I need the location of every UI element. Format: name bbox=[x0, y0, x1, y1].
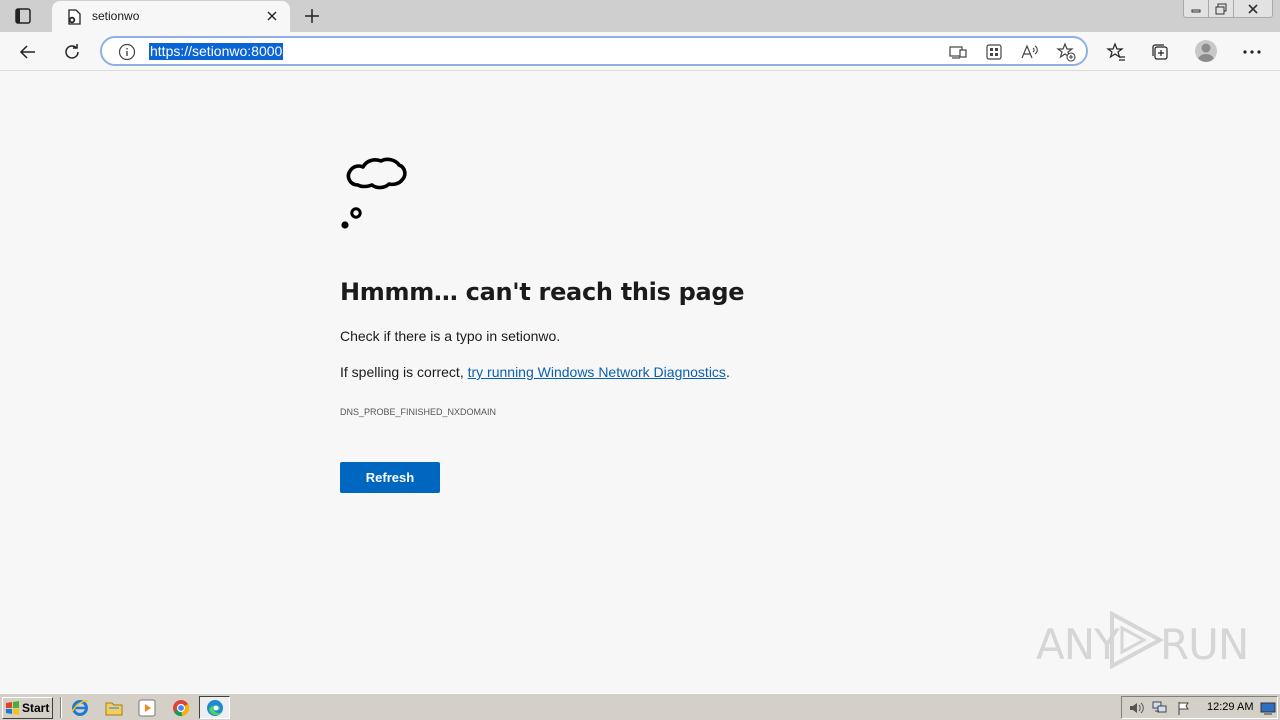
ie-icon[interactable] bbox=[70, 698, 90, 718]
play-logo-icon bbox=[1108, 608, 1168, 672]
profile-avatar[interactable] bbox=[1195, 40, 1217, 62]
restore-icon[interactable] bbox=[1208, 0, 1234, 18]
network-icon[interactable] bbox=[1152, 701, 1168, 715]
active-tab[interactable]: setionwo bbox=[52, 1, 290, 32]
taskbar: Start 12:29 AM bbox=[0, 693, 1280, 720]
media-player-icon[interactable] bbox=[137, 698, 157, 718]
browser-toolbar: https://setionwo:8000 bbox=[0, 32, 1280, 71]
start-label: Start bbox=[22, 701, 50, 715]
watermark-right-text: RUN bbox=[1160, 620, 1249, 669]
flag-icon[interactable] bbox=[1176, 701, 1192, 715]
edge-taskbar-button[interactable] bbox=[199, 696, 230, 719]
refresh-button[interactable]: Refresh bbox=[340, 462, 440, 493]
error-typo-hint: Check if there is a typo in setionwo. bbox=[340, 328, 561, 344]
back-arrow-icon[interactable] bbox=[17, 41, 39, 63]
network-diagnostics-link[interactable]: try running Windows Network Diagnostics bbox=[468, 364, 726, 380]
immersive-reader-icon[interactable] bbox=[948, 42, 968, 62]
info-icon[interactable] bbox=[118, 43, 136, 61]
taskbar-separator bbox=[60, 697, 62, 718]
collections-icon[interactable] bbox=[1149, 41, 1171, 63]
anyrun-watermark: ANY RUN bbox=[1036, 608, 1249, 672]
error-code: DNS_PROBE_FINISHED_NXDOMAIN bbox=[340, 407, 497, 417]
close-icon[interactable] bbox=[1233, 0, 1273, 18]
more-icon[interactable] bbox=[1241, 41, 1263, 63]
start-button[interactable]: Start bbox=[2, 697, 53, 719]
apps-icon[interactable] bbox=[984, 42, 1004, 62]
diagnostics-prefix: If spelling is correct, bbox=[340, 364, 468, 380]
read-aloud-icon[interactable] bbox=[1020, 42, 1040, 62]
tab-title: setionwo bbox=[92, 9, 140, 23]
url-text[interactable]: https://setionwo:8000 bbox=[149, 43, 284, 60]
error-title: Hmmm… can't reach this page bbox=[340, 278, 745, 306]
tab-actions-icon[interactable] bbox=[12, 7, 34, 25]
clock: 12:29 AM bbox=[1207, 701, 1254, 713]
plus-icon[interactable] bbox=[303, 7, 321, 25]
chrome-icon[interactable] bbox=[171, 698, 191, 718]
system-tray: 12:29 AM bbox=[1121, 696, 1278, 719]
reload-icon[interactable] bbox=[61, 41, 83, 63]
edge-icon bbox=[205, 698, 225, 718]
folder-icon[interactable] bbox=[104, 698, 124, 718]
watermark-left-text: ANY bbox=[1036, 620, 1120, 669]
page-error-icon bbox=[66, 9, 82, 25]
tab-strip: setionwo bbox=[0, 0, 1280, 32]
minimize-icon[interactable] bbox=[1183, 0, 1209, 18]
add-favorite-icon[interactable] bbox=[1056, 42, 1076, 62]
address-bar[interactable]: https://setionwo:8000 bbox=[100, 36, 1088, 66]
close-icon[interactable] bbox=[264, 8, 280, 24]
error-diagnostics-hint: If spelling is correct, try running Wind… bbox=[340, 364, 730, 380]
favorites-icon[interactable] bbox=[1105, 41, 1127, 63]
diagnostics-suffix: . bbox=[725, 364, 730, 380]
thought-cloud-icon bbox=[338, 155, 416, 233]
desktop-icon[interactable] bbox=[1260, 701, 1276, 715]
windows-flag-icon bbox=[5, 701, 20, 715]
volume-icon[interactable] bbox=[1128, 701, 1144, 715]
